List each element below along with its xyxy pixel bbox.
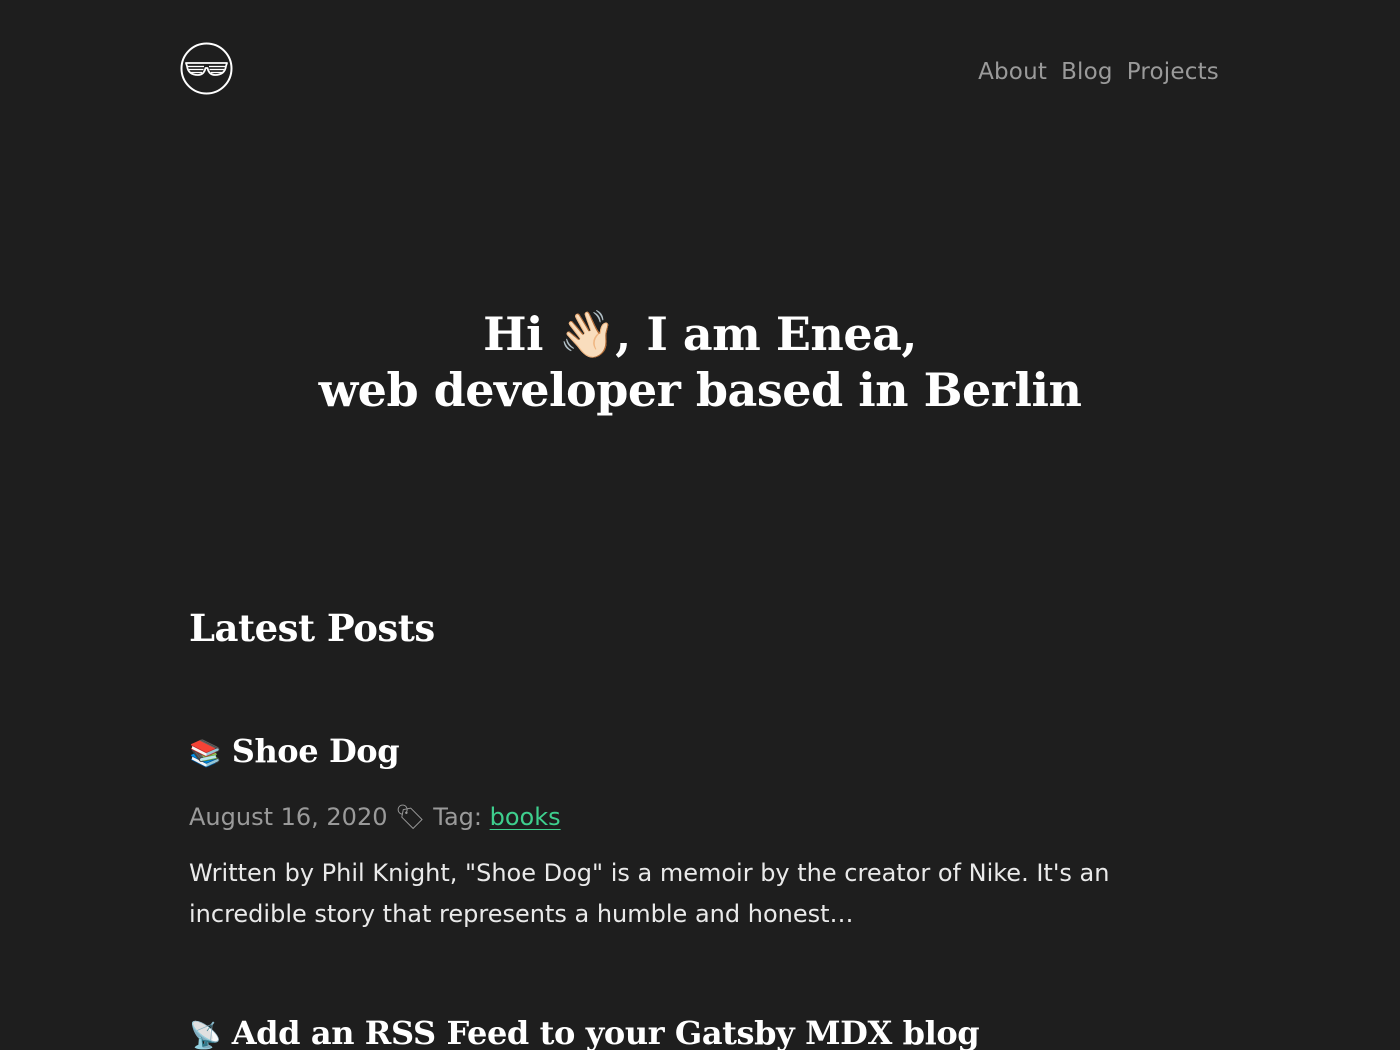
post-item: 📡 Add an RSS Feed to your Gatsby MDX blo… xyxy=(189,1012,1219,1050)
post-title-link[interactable]: Add an RSS Feed to your Gatsby MDX blog xyxy=(232,1014,980,1050)
post-title: 📡 Add an RSS Feed to your Gatsby MDX blo… xyxy=(189,1012,1219,1050)
post-excerpt: Written by Phil Knight, "Shoe Dog" is a … xyxy=(189,859,1110,928)
latest-posts-heading: Latest Posts xyxy=(189,606,435,650)
post-item: 📚 Shoe Dog August 16, 2020 🏷 Tag: books … xyxy=(189,730,1219,935)
satellite-emoji-icon: 📡 xyxy=(189,1021,221,1050)
post-date: August 16, 2020 xyxy=(189,803,388,831)
sunglasses-logo-icon xyxy=(180,42,233,95)
hero-line-greeting: Hi 👋🏻, I am Enea, xyxy=(483,307,917,361)
page: About Blog Projects Hi 👋🏻, I am Enea, we… xyxy=(0,0,1400,1050)
tag-emoji-icon: 🏷 xyxy=(395,803,426,831)
tag-link-books[interactable]: books xyxy=(490,803,561,831)
main-nav: About Blog Projects xyxy=(978,56,1219,88)
post-title: 📚 Shoe Dog xyxy=(189,730,1219,775)
hero-heading: Hi 👋🏻, I am Enea, web developer based in… xyxy=(0,306,1400,418)
nav-link-blog[interactable]: Blog xyxy=(1061,56,1113,88)
post-meta: August 16, 2020 🏷 Tag: books xyxy=(189,801,1219,833)
nav-link-projects[interactable]: Projects xyxy=(1127,56,1219,88)
site-header: About Blog Projects xyxy=(0,0,1400,140)
hero-line-role: web developer based in Berlin xyxy=(318,363,1082,417)
tag-label: Tag: xyxy=(433,803,482,831)
nav-link-about[interactable]: About xyxy=(978,56,1047,88)
books-emoji-icon: 📚 xyxy=(189,739,221,769)
home-logo-link[interactable] xyxy=(180,42,233,95)
post-title-link[interactable]: Shoe Dog xyxy=(232,732,400,770)
